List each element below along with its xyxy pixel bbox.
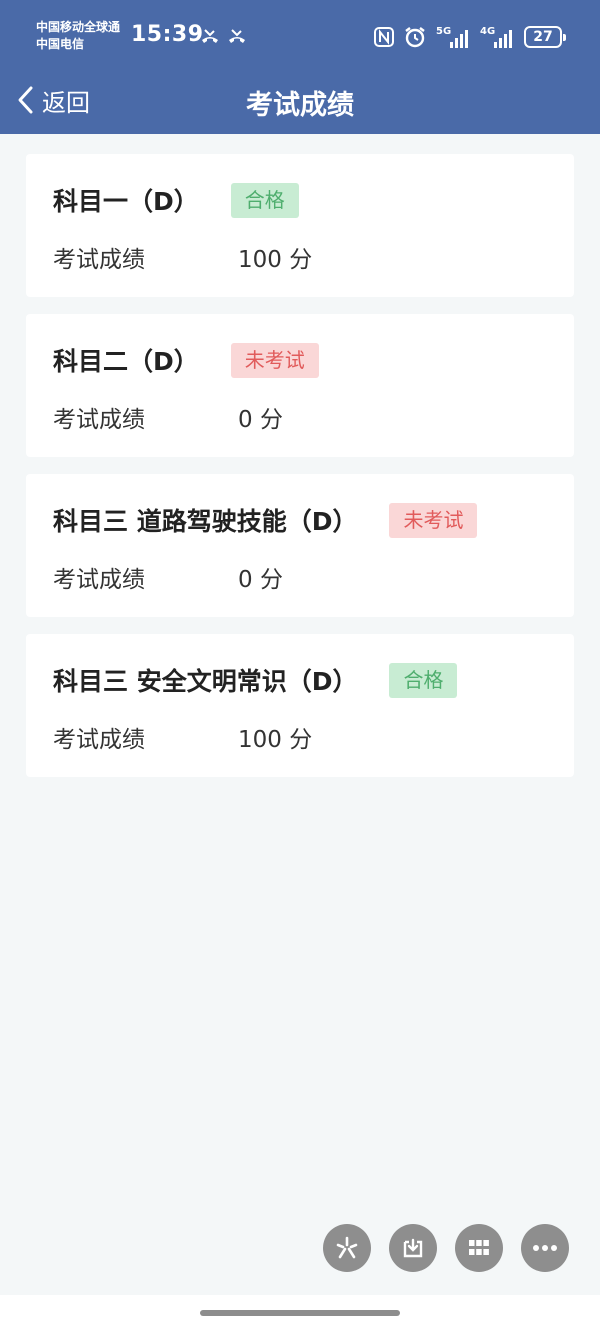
score-label: 考试成绩 xyxy=(53,567,145,593)
nfc-icon xyxy=(374,27,394,47)
card-header: 科目三 道路驾驶技能（D） 未考试 xyxy=(53,502,478,538)
card-header: 科目三 安全文明常识（D） 合格 xyxy=(53,662,458,698)
subject-name: 科目二（D） xyxy=(53,347,199,376)
carrier-line-2: 中国电信 xyxy=(36,37,85,51)
results-list: 科目一（D） 合格 考试成绩 100 分 科目二（D） 未考试 考试成绩 0 分… xyxy=(26,154,574,794)
score-value: 0 分 xyxy=(238,567,283,593)
carrier-info: 中国移动全球通 中国电信 xyxy=(36,19,120,53)
sparkle-icon xyxy=(336,1236,358,1259)
status-badge: 未考试 xyxy=(230,342,319,378)
status-badge: 未考试 xyxy=(389,502,478,538)
card-header: 科目二（D） 未考试 xyxy=(53,342,319,378)
score-label: 考试成绩 xyxy=(53,247,145,273)
score-row: 考试成绩 100 分 xyxy=(53,720,312,754)
subject-name: 科目三 安全文明常识（D） xyxy=(53,667,358,696)
subject-name: 科目三 道路驾驶技能（D） xyxy=(53,507,358,536)
grid-icon xyxy=(469,1240,489,1255)
sparkle-button[interactable] xyxy=(323,1224,371,1272)
score-label: 考试成绩 xyxy=(53,407,145,433)
score-row: 考试成绩 0 分 xyxy=(53,560,283,594)
subject-name: 科目一（D） xyxy=(53,187,199,216)
net-label-4g: 4G xyxy=(480,26,496,37)
download-button[interactable] xyxy=(389,1224,437,1272)
status-icons: 5G 4G 27 xyxy=(374,22,566,52)
result-card: 科目三 安全文明常识（D） 合格 考试成绩 100 分 xyxy=(26,634,574,777)
alarm-icon xyxy=(405,27,425,48)
score-label: 考试成绩 xyxy=(53,727,145,753)
status-badge: 合格 xyxy=(230,182,299,218)
signal-4g-icon: 4G xyxy=(480,24,514,50)
missed-call-icon xyxy=(202,29,218,43)
page-title: 考试成绩 xyxy=(246,90,354,121)
score-value: 100 分 xyxy=(238,247,313,273)
grid-button[interactable] xyxy=(455,1224,503,1272)
carrier-line-1: 中国移动全球通 xyxy=(36,20,121,34)
result-card: 科目三 道路驾驶技能（D） 未考试 考试成绩 0 分 xyxy=(26,474,574,617)
status-bar: 中国移动全球通 中国电信 15:39 5G 4G 27 xyxy=(0,0,600,72)
score-value: 100 分 xyxy=(238,727,313,753)
result-card: 科目二（D） 未考试 考试成绩 0 分 xyxy=(26,314,574,457)
more-icon xyxy=(533,1245,557,1251)
signal-5g-icon: 5G xyxy=(436,24,470,50)
floating-toolbar xyxy=(323,1224,569,1272)
missed-call-icon xyxy=(229,29,245,43)
download-icon xyxy=(403,1238,423,1258)
more-button[interactable] xyxy=(521,1224,569,1272)
status-time: 15:39 xyxy=(131,22,204,47)
score-value: 0 分 xyxy=(238,407,283,433)
result-card: 科目一（D） 合格 考试成绩 100 分 xyxy=(26,154,574,297)
card-header: 科目一（D） 合格 xyxy=(53,182,299,218)
score-row: 考试成绩 0 分 xyxy=(53,400,283,434)
home-indicator[interactable] xyxy=(200,1310,400,1316)
score-row: 考试成绩 100 分 xyxy=(53,240,312,274)
status-badge: 合格 xyxy=(389,662,458,698)
net-label-5g: 5G xyxy=(436,26,452,37)
nav-bar: 返回 考试成绩 xyxy=(0,72,600,134)
app-header: 中国移动全球通 中国电信 15:39 5G 4G 27 返回 考试成绩 xyxy=(0,0,600,134)
battery-icon: 27 xyxy=(524,26,566,48)
